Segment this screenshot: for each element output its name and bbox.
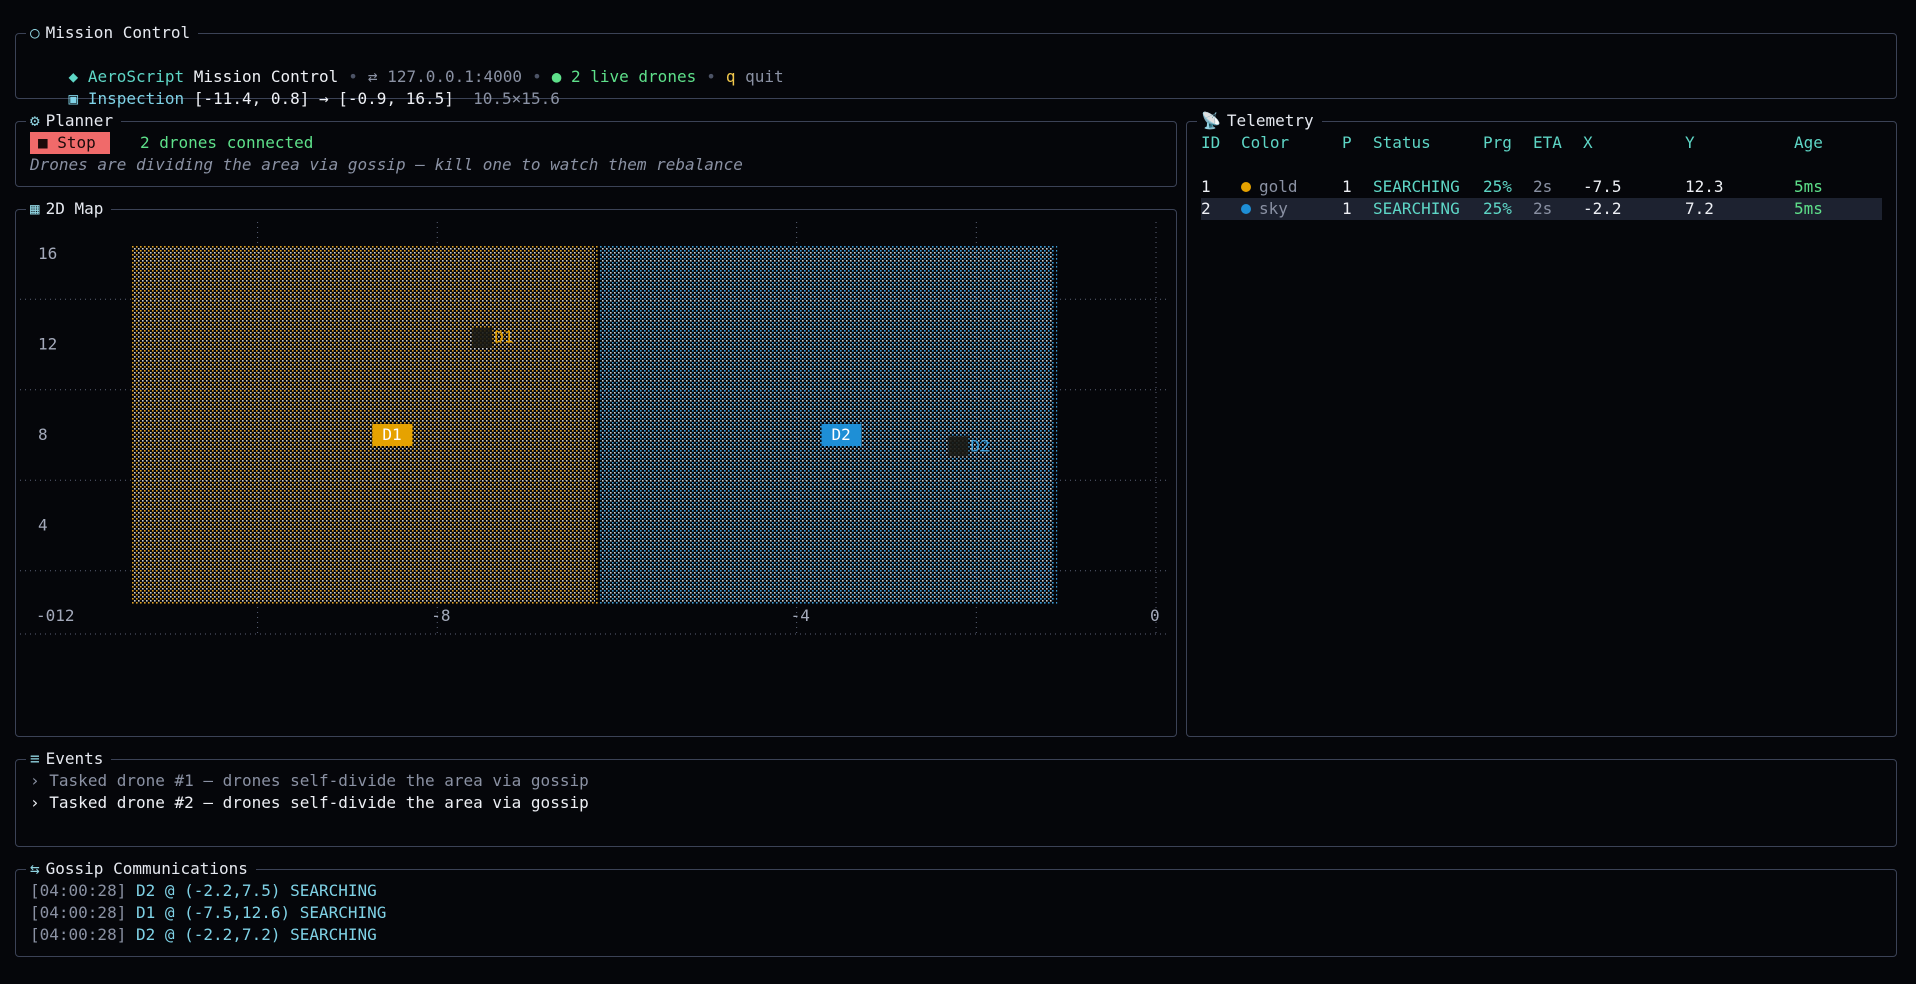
cell-id: 1 (1201, 177, 1211, 196)
cell-color: sky (1241, 198, 1288, 220)
col-header-status: Status (1373, 133, 1431, 152)
gear-icon: ⚙ (30, 111, 40, 130)
col-header-x: X (1583, 133, 1593, 152)
list-item: [04:00:28] D1 @ (-7.5,12.6) SEARCHING (30, 903, 387, 922)
table-row[interactable]: 1 gold 1 SEARCHING 25% 2s -7.5 12.3 5ms (1201, 176, 1882, 198)
stop-button[interactable]: ■ Stop (30, 132, 110, 154)
chevron-right-icon: › (30, 793, 40, 812)
y-tick-label: 16 (38, 244, 57, 263)
circle-icon: ○ (30, 23, 40, 42)
telemetry-title: 📡 Telemetry (1197, 110, 1322, 132)
planner-panel: ⚙ Planner ■ Stop 2 drones connected Drone… (15, 110, 1177, 187)
x-tick-label: -8 (431, 606, 450, 625)
quit-label[interactable]: quit (745, 67, 784, 86)
planner-title-text: Planner (45, 111, 114, 130)
x-tick-label: -012 (36, 606, 75, 625)
y-tick-label: 8 (38, 425, 48, 444)
gossip-panel: ⇆ Gossip Communications [04:00:28] D2 @ (… (15, 858, 1897, 957)
flight-lane-d1 (473, 244, 482, 336)
separator: • (706, 67, 716, 86)
x-tick-label: 0 (1150, 606, 1160, 625)
cell-progress: 25% (1483, 199, 1512, 218)
planner-hint: Drones are dividing the area via gossip … (30, 155, 743, 174)
cell-age: 5ms (1794, 177, 1823, 196)
list-icon: ≡ (30, 749, 40, 768)
satellite-icon: 📡 (1201, 111, 1221, 130)
cell-id: 2 (1201, 199, 1211, 218)
panel-title-text: Mission Control (45, 23, 191, 42)
mission-control-panel: ○ Mission Control ◆ AeroScript Mission Co… (15, 22, 1897, 108)
cell-eta: 2s (1533, 177, 1553, 196)
telemetry-panel: 📡 Telemetry ID Color P Status Prg ETA X Y… (1186, 110, 1897, 737)
drone-badge-label: D1 (382, 425, 401, 444)
table-row[interactable]: 2 sky 1 SEARCHING 25% 2s -2.2 7.2 5ms (1201, 198, 1882, 220)
y-tick-label: 4 (38, 516, 48, 535)
telemetry-header-row: ID Color P Status Prg ETA X Y Age (1201, 132, 1882, 154)
cell-x: -2.2 (1583, 199, 1622, 218)
cell-age: 5ms (1794, 199, 1823, 218)
drone-position-label: D1 (494, 328, 513, 347)
col-header-priority: P (1342, 133, 1352, 152)
cell-color: gold (1241, 176, 1298, 198)
col-header-progress: Prg (1483, 133, 1512, 152)
cell-y: 12.3 (1685, 177, 1724, 196)
flight-lane-d2 (953, 244, 964, 447)
events-title: ≡ Events (26, 748, 112, 770)
drone-position-d2 (948, 436, 969, 457)
flight-lane-d1 (558, 244, 569, 605)
cell-progress: 25% (1483, 177, 1512, 196)
planner-status: 2 drones connected (140, 133, 314, 152)
x-tick-label: -4 (791, 606, 810, 625)
inspection-label: Inspection (87, 89, 185, 108)
cell-eta: 2s (1533, 199, 1553, 218)
cell-y: 7.2 (1685, 199, 1714, 218)
col-header-age: Age (1794, 133, 1823, 152)
chevron-right-icon: › (30, 771, 40, 790)
quit-key[interactable]: q (726, 67, 736, 86)
cell-status: SEARCHING (1373, 177, 1460, 196)
cell-priority: 1 (1342, 177, 1352, 196)
map-regions (131, 244, 1058, 605)
map-canvas[interactable]: -012 -8 -4 0 16 12 8 4 D1 D2 D1 D2 (16, 214, 1174, 736)
gossip-title: ⇆ Gossip Communications (26, 858, 256, 880)
color-dot-icon (1241, 182, 1251, 192)
drone-position-d1 (472, 327, 493, 348)
drone-position-label: D2 (970, 436, 989, 455)
events-title-text: Events (45, 749, 104, 768)
cell-x: -7.5 (1583, 177, 1622, 196)
inspection-size: 10.5×15.6 (473, 89, 560, 108)
list-item: › Tasked drone #1 — drones self-divide t… (30, 771, 589, 790)
cell-status: SEARCHING (1373, 199, 1460, 218)
col-header-y: Y (1685, 133, 1695, 152)
searched-cells-d1 (133, 246, 595, 603)
telemetry-title-text: Telemetry (1226, 111, 1314, 130)
planner-title: ⚙ Planner (26, 110, 122, 132)
inspection-icon: ▣ (68, 89, 79, 108)
map-panel: ▦ 2D Map -012 -8 -4 0 16 12 8 4 D1 D2 D1 D2 (15, 198, 1177, 737)
drone-badge-label: D2 (832, 425, 851, 444)
mission-control-title: ○ Mission Control (26, 22, 199, 44)
live-drones-count: 2 live drones (570, 67, 697, 86)
list-item: [04:00:28] D2 @ (-2.2,7.5) SEARCHING (30, 881, 377, 900)
list-item: › Tasked drone #2 — drones self-divide t… (30, 793, 589, 812)
gossip-title-text: Gossip Communications (45, 859, 248, 878)
y-tick-label: 12 (38, 335, 57, 354)
list-item: [04:00:28] D2 @ (-2.2,7.2) SEARCHING (30, 925, 377, 944)
color-dot-icon (1241, 204, 1251, 214)
events-panel: ≡ Events › Tasked drone #1 — drones self-… (15, 748, 1897, 847)
inspection-range: [-11.4, 0.8] → [-0.9, 16.5] (193, 89, 454, 108)
exchange-icon: ⇆ (30, 859, 40, 878)
col-header-color: Color (1241, 133, 1290, 152)
flight-lane-d2 (1034, 244, 1045, 605)
col-header-id: ID (1201, 133, 1221, 152)
cell-priority: 1 (1342, 199, 1352, 218)
col-header-eta: ETA (1533, 133, 1562, 152)
